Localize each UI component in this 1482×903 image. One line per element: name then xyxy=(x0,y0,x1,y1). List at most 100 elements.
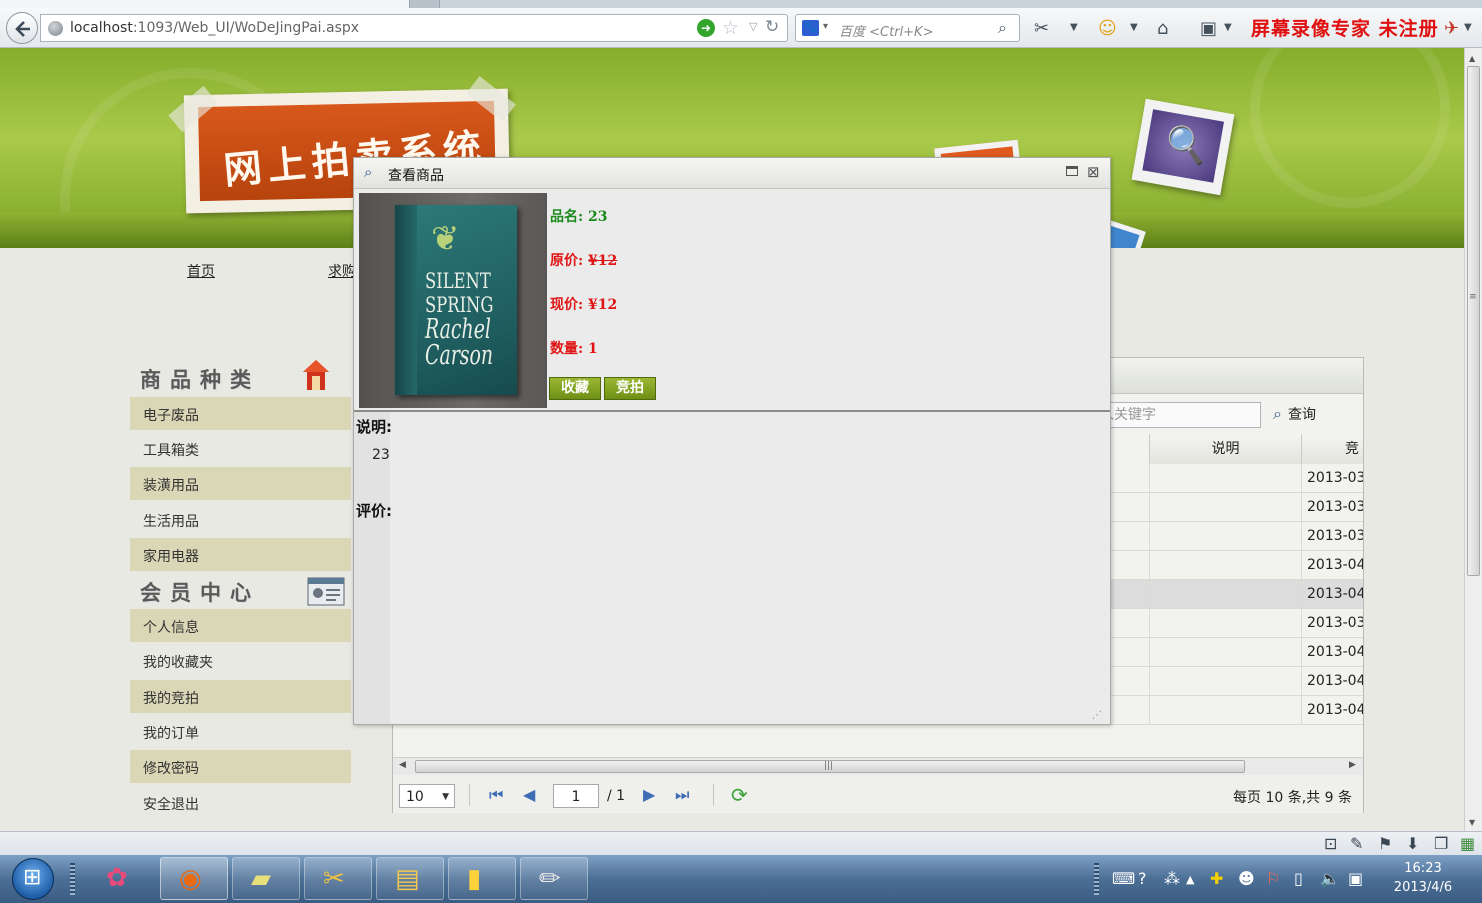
smiley-addon-icon[interactable]: ☺ xyxy=(1098,18,1117,39)
resize-grip-icon[interactable]: ⋰ xyxy=(1092,710,1102,721)
scroll-up-icon[interactable]: ▲ xyxy=(1469,54,1475,63)
taskbar-clock[interactable]: 16:23 2013/4/6 xyxy=(1390,859,1456,897)
ime-icon[interactable]: ⁂ xyxy=(1164,869,1180,888)
qq-icon[interactable]: ☻ xyxy=(1238,869,1255,888)
search-box[interactable]: 🐾 ▾ 百度 <Ctrl+K> ⌕ xyxy=(795,14,1020,42)
keyword-input[interactable]: 入关键字 xyxy=(1093,402,1261,428)
query-button[interactable]: ⌕ 查询 xyxy=(1273,404,1316,424)
table-cell xyxy=(1149,522,1301,551)
taskbar-app-firefox[interactable]: ◉ xyxy=(160,857,228,900)
search-icon[interactable]: ⌕ xyxy=(998,18,1007,38)
taskbar-app-notes[interactable]: ▰ xyxy=(232,857,300,900)
sidebar-item-daily-goods[interactable]: 生活用品 xyxy=(130,503,351,536)
last-page-icon[interactable]: ⏭ xyxy=(675,785,689,805)
download-icon[interactable]: ⬇ xyxy=(1406,834,1419,853)
taskbar-app-pinwheel[interactable]: ✿ xyxy=(88,857,156,900)
sidebar-item-favorites[interactable]: 我的收藏夹 xyxy=(130,644,351,677)
security-icon[interactable]: ✚ xyxy=(1210,869,1223,888)
clock-date: 2013/4/6 xyxy=(1393,880,1453,895)
address-bar[interactable]: localhost:1093/Web_UI/WoDeJingPai.aspx ➜… xyxy=(40,14,788,42)
dialog-titlebar[interactable]: ⌕ 查看商品 ⊠ xyxy=(354,158,1110,189)
flag-icon[interactable]: ⚑ xyxy=(1378,834,1392,853)
table-cell xyxy=(1149,464,1301,493)
sidebar-item-my-orders[interactable]: 我的订单 xyxy=(130,715,351,748)
search-engine-dropdown-icon[interactable]: ▾ xyxy=(823,21,828,32)
taskbar-app-explorer[interactable]: ▤ xyxy=(376,857,444,900)
device-icon[interactable]: ▯ xyxy=(1294,869,1303,888)
table-cell xyxy=(1149,493,1301,522)
search-icon: ⌕ xyxy=(1273,404,1282,423)
sidebar-item-my-bids[interactable]: 我的竞拍 xyxy=(130,680,351,713)
home-icon[interactable]: ⌂ xyxy=(1157,18,1168,39)
scroll-left-icon[interactable]: ◀ xyxy=(399,760,406,770)
page-size-select[interactable]: 10 ▼ xyxy=(399,784,455,808)
taskbar-app-editor[interactable]: ✏ xyxy=(520,857,588,900)
bookmark-star-icon[interactable]: ☆ xyxy=(722,17,739,39)
sidebar-item-personal-info[interactable]: 个人信息 xyxy=(130,609,351,642)
bookmarks-dropdown-icon[interactable]: ▼ xyxy=(1224,22,1232,33)
show-hidden-icons[interactable]: ▲ xyxy=(1186,873,1194,886)
history-dropdown-icon[interactable]: ▽ xyxy=(749,20,757,33)
horizontal-scrollbar[interactable]: ◀ ||| ▶ xyxy=(393,757,1363,775)
product-name-label: 品名: xyxy=(550,209,584,225)
volume-icon[interactable]: 🔈 xyxy=(1320,869,1340,888)
addon-dropdown-icon[interactable]: ▼ xyxy=(1130,22,1138,33)
sidebar-item-logout[interactable]: 安全退出 xyxy=(130,786,351,819)
zoom-icon[interactable]: ⊡ xyxy=(1324,834,1337,853)
sidebar-item-change-password[interactable]: 修改密码 xyxy=(130,750,351,783)
first-page-icon[interactable]: ⏮ xyxy=(489,785,503,805)
screenshot-tool-icon[interactable]: ✂ xyxy=(1034,18,1049,39)
taskbar-app-sticky-notes[interactable]: ▮ xyxy=(448,857,516,900)
scrollbar-thumb[interactable]: ||| xyxy=(415,760,1245,773)
browser-tab[interactable] xyxy=(410,0,440,8)
column-header-description[interactable]: 说明 xyxy=(1149,434,1301,464)
pager-separator xyxy=(469,784,470,806)
window-icon[interactable]: ❐ xyxy=(1434,834,1448,853)
tools-icon[interactable]: ✎ xyxy=(1350,834,1363,853)
url-text[interactable]: localhost:1093/Web_UI/WoDeJingPai.aspx xyxy=(70,20,359,36)
help-icon[interactable]: ? xyxy=(1138,869,1147,888)
browser-tab-active[interactable] xyxy=(0,0,410,8)
taskbar-app-tools[interactable]: ✂ xyxy=(304,857,372,900)
pager: 10 ▼ ⏮ ◀ 1 / 1 ▶ ⏭ ⟳ 每页 10 条,共 9 条 xyxy=(393,775,1363,813)
current-price-value: ¥12 xyxy=(588,297,618,313)
action-center-flag-icon[interactable]: ⚐ xyxy=(1266,869,1280,888)
baidu-icon[interactable]: 🐾 xyxy=(802,20,819,36)
sidebar-item-decoration[interactable]: 装潢用品 xyxy=(130,467,351,500)
bid-button[interactable]: 竞拍 xyxy=(604,377,656,400)
bird-icon: ❦ xyxy=(431,219,460,259)
quantity-value: 1 xyxy=(588,341,598,357)
menu-addon-icon[interactable]: ✈ xyxy=(1444,18,1459,39)
magnifier-icon: 🔍 xyxy=(1162,122,1211,169)
close-icon[interactable]: ⊠ xyxy=(1087,163,1100,181)
scroll-down-icon[interactable]: ▼ xyxy=(1469,818,1475,827)
column-header-date[interactable]: 竞 xyxy=(1301,434,1363,464)
page-number-input[interactable]: 1 xyxy=(553,784,599,808)
keyboard-icon[interactable]: ⌨ xyxy=(1112,869,1135,888)
scrollbar-thumb[interactable] xyxy=(1467,66,1480,576)
back-button[interactable] xyxy=(6,12,38,44)
favorite-button[interactable]: 收藏 xyxy=(549,377,601,400)
next-page-icon[interactable]: ▶ xyxy=(643,785,655,804)
house-icon xyxy=(302,358,330,390)
pager-separator xyxy=(713,784,714,806)
nav-home-link[interactable]: 首页 xyxy=(187,261,215,281)
bookmarks-menu-icon[interactable]: ▣ xyxy=(1200,18,1217,39)
network-icon[interactable]: ▣ xyxy=(1348,869,1363,888)
go-arrow-icon[interactable]: ➜ xyxy=(697,19,715,37)
scroll-right-icon[interactable]: ▶ xyxy=(1349,760,1356,770)
menu-dropdown-icon[interactable]: ▼ xyxy=(1464,22,1472,33)
sidebar-item-electronic-waste[interactable]: 电子废品 xyxy=(130,397,351,430)
maximize-icon[interactable] xyxy=(1066,166,1078,176)
refresh-icon[interactable]: ⟳ xyxy=(731,783,748,807)
reload-icon[interactable]: ↻ xyxy=(765,17,779,37)
start-button[interactable]: ⊞ xyxy=(12,858,54,900)
page-vertical-scrollbar[interactable]: ▲ ≡ ▼ xyxy=(1464,48,1482,831)
description-label: 说明: xyxy=(356,418,392,436)
nav-wanted-link[interactable]: 求购 xyxy=(328,261,356,281)
sidebar-item-appliances[interactable]: 家用电器 xyxy=(130,538,351,571)
prev-page-icon[interactable]: ◀ xyxy=(523,785,535,804)
sidebar-item-toolbox[interactable]: 工具箱类 xyxy=(130,432,351,465)
screenshot-dropdown-icon[interactable]: ▼ xyxy=(1070,22,1078,33)
addon-status-icon[interactable]: ▦ xyxy=(1460,834,1475,853)
